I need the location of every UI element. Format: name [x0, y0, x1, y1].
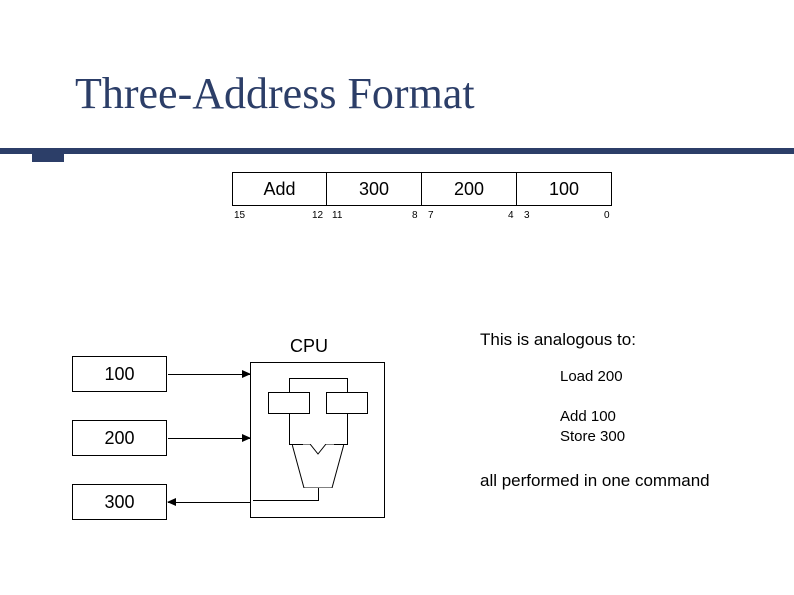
cpu-wire — [289, 378, 290, 392]
memory-cell-200: 200 — [72, 420, 167, 456]
explanation-footer: all performed in one command — [480, 470, 710, 491]
instruction-opcode: Add — [232, 172, 327, 206]
cpu-wire — [289, 414, 290, 444]
cpu-wire — [253, 500, 319, 501]
cpu-wire — [289, 444, 303, 445]
slide-title: Three-Address Format — [75, 68, 475, 119]
alu-icon — [292, 444, 344, 488]
explanation-intro: This is analogous to: — [480, 330, 636, 350]
bit-8: 8 — [412, 210, 418, 221]
bit-11: 11 — [332, 210, 342, 221]
memory-cell-100: 100 — [72, 356, 167, 392]
bit-15: 15 — [234, 210, 245, 221]
cpu-label: CPU — [290, 336, 328, 357]
cpu-wire — [334, 444, 348, 445]
bit-labels: 15 12 11 8 7 4 3 0 — [232, 210, 612, 230]
cpu-wire — [318, 488, 319, 500]
cpu-register-1 — [268, 392, 310, 414]
instruction-addr3: 100 — [517, 172, 612, 206]
bit-3: 3 — [524, 210, 530, 221]
arrow-load-200 — [168, 438, 250, 439]
title-underline — [0, 148, 794, 154]
instruction-addr2: 200 — [422, 172, 517, 206]
instruction-addr1: 300 — [327, 172, 422, 206]
memory-cell-300: 300 — [72, 484, 167, 520]
bit-7: 7 — [428, 210, 434, 221]
bit-0: 0 — [604, 210, 610, 221]
cpu-wire — [347, 414, 348, 444]
bit-12: 12 — [312, 210, 323, 221]
explanation-add: Add 100 — [560, 408, 616, 425]
cpu-wire — [347, 378, 348, 392]
instruction-word: Add 300 200 100 — [232, 172, 612, 206]
explanation-load: Load 200 — [560, 368, 623, 385]
title-notch — [32, 148, 64, 162]
arrow-load-100 — [168, 374, 250, 375]
cpu-register-2 — [326, 392, 368, 414]
explanation-store: Store 300 — [560, 428, 625, 445]
cpu-wire — [289, 378, 348, 379]
bit-4: 4 — [508, 210, 514, 221]
arrow-store-300 — [168, 502, 250, 503]
